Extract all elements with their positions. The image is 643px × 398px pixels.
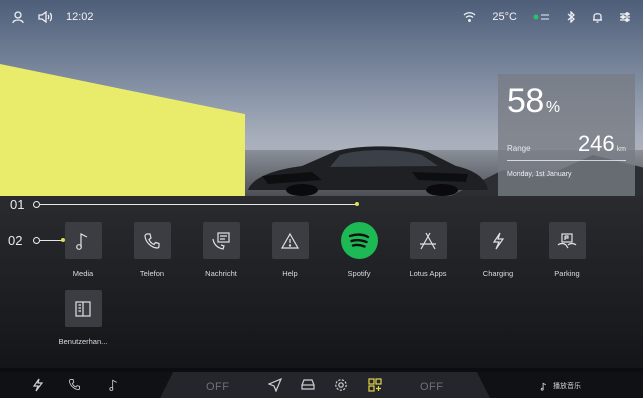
battery-percent-unit: %: [545, 99, 561, 116]
now-playing[interactable]: 播放音乐: [540, 381, 581, 391]
gear-icon[interactable]: [334, 378, 348, 397]
navigation-icon[interactable]: [267, 377, 283, 397]
app-parking[interactable]: Parking: [535, 222, 599, 278]
app-label: Media: [72, 269, 94, 278]
car-icon[interactable]: [300, 378, 316, 396]
app-telefon[interactable]: Telefon: [120, 222, 184, 278]
callout-01-target: [355, 202, 359, 206]
app-help[interactable]: Help: [258, 222, 322, 278]
bell-icon[interactable]: [592, 11, 603, 23]
spotify-icon: [340, 222, 378, 259]
phone-icon: [133, 222, 171, 259]
parking-icon: [548, 222, 586, 259]
app-benutzerhandbuch[interactable]: Benutzerhan...: [51, 290, 115, 346]
wifi-icon: [463, 12, 476, 22]
range-value: 246: [577, 131, 615, 156]
app-label: Spotify: [347, 269, 371, 278]
app-spotify[interactable]: Spotify: [327, 222, 391, 278]
battery-card[interactable]: 58 % Range 246 km Monday, 1st January: [498, 74, 635, 196]
now-playing-text: 播放音乐: [553, 383, 581, 390]
bluetooth-icon[interactable]: [567, 11, 576, 23]
status-bar: 12:02 25°C: [0, 0, 643, 34]
range-unit: km: [616, 146, 626, 153]
car-image: [248, 146, 488, 196]
date-text: Monday, 1st January: [507, 171, 572, 178]
user-icon[interactable]: [12, 10, 24, 24]
battery-percent: 58: [507, 82, 544, 120]
range-label: Range: [507, 144, 531, 153]
clock: 12:02: [66, 11, 94, 23]
climate-left-off[interactable]: OFF: [206, 381, 230, 393]
yellow-wall: [0, 64, 245, 196]
app-label: Telefon: [139, 269, 165, 278]
temperature: 25°C: [492, 11, 517, 23]
warning-triangle-icon: [271, 222, 309, 259]
message-icon: [202, 222, 240, 259]
music-note-icon: [64, 222, 102, 259]
volume-icon[interactable]: [38, 11, 52, 23]
app-label: Lotus Apps: [409, 269, 447, 278]
app-media[interactable]: Media: [51, 222, 115, 278]
lightning-icon[interactable]: [32, 378, 44, 397]
app-nachricht[interactable]: Nachricht: [189, 222, 253, 278]
callout-02-marker: [33, 237, 40, 244]
callout-02: 02: [8, 233, 23, 248]
apps-grid-icon[interactable]: [368, 378, 382, 397]
app-label: Benutzerhan...: [58, 337, 108, 346]
eco-badge-icon: [533, 12, 551, 22]
callout-01-line: [40, 204, 356, 205]
app-label: Nachricht: [205, 269, 237, 278]
app-charging[interactable]: Charging: [466, 222, 530, 278]
callout-01-marker: [33, 201, 40, 208]
app-store-icon: [409, 222, 447, 259]
settings-sliders-icon[interactable]: [619, 11, 631, 23]
app-label: Charging: [482, 269, 514, 278]
divider: [507, 160, 626, 161]
music-note-icon[interactable]: [108, 378, 120, 397]
lightning-icon: [479, 222, 517, 259]
manual-book-icon: [64, 290, 102, 327]
app-label: Parking: [554, 269, 580, 278]
phone-icon[interactable]: [68, 378, 81, 396]
bottom-dock: OFF OFF 播放音乐: [0, 372, 643, 398]
app-lotus-apps[interactable]: Lotus Apps: [396, 222, 460, 278]
callout-01: 01: [10, 197, 25, 212]
climate-right-off[interactable]: OFF: [420, 381, 444, 393]
app-label: Help: [282, 269, 298, 278]
